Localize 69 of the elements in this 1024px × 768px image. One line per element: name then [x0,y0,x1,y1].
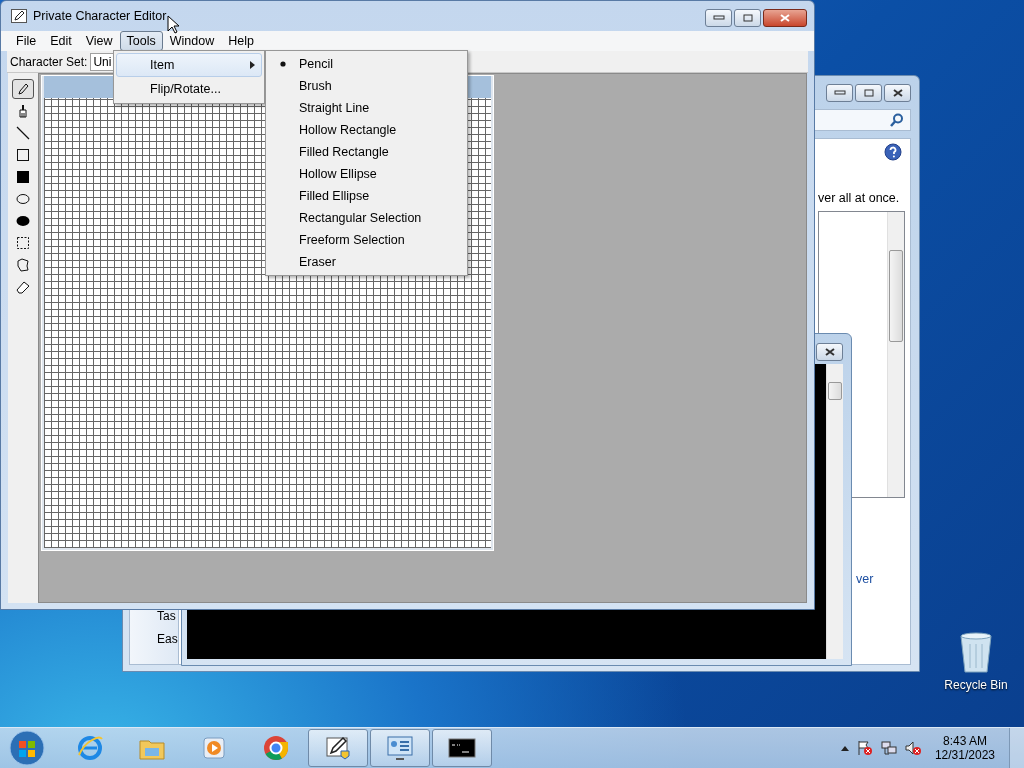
close-button[interactable] [763,9,807,27]
menu-item[interactable]: Help [221,31,261,51]
scrollbar[interactable] [826,364,843,659]
recycle-bin-icon[interactable] [958,630,994,674]
menu-item[interactable]: Filled Ellipse [266,185,467,207]
minimize-button[interactable] [705,9,732,27]
menu-item[interactable]: Brush [266,75,467,97]
close-button[interactable] [816,343,843,361]
description-text: ver all at once. [818,191,900,205]
network-icon[interactable] [880,740,897,756]
maximize-button[interactable] [855,84,882,102]
hollow-rect-icon [16,148,30,162]
menu-item[interactable]: Hollow Ellipse [266,163,467,185]
filled-ellipse-icon [16,214,30,228]
browser-e-icon [75,733,105,763]
close-icon [780,14,790,22]
flag-icon[interactable] [856,740,873,756]
menu-item[interactable]: Freeform Selection [266,229,467,251]
window-title: Private Character Editor [33,9,167,23]
search-icon [890,113,904,127]
line-icon [16,126,30,140]
maximize-icon [863,89,874,97]
character-set-label: Character Set: [9,54,88,69]
menu-item[interactable]: Flip/Rotate... [116,77,262,101]
minimize-icon [833,90,846,96]
eraser-icon [16,280,30,294]
minimize-icon [712,15,725,21]
scrollbar[interactable] [887,212,904,497]
menu-item[interactable]: File [9,31,44,51]
link[interactable]: ver [856,572,874,586]
brush-icon [16,104,30,118]
side-link[interactable]: Tas [157,609,176,623]
pencil-icon [16,82,30,96]
menu-item[interactable]: Item [116,53,262,77]
menu-item[interactable]: Edit [43,31,79,51]
menu-item[interactable]: Filled Rectangle [266,141,467,163]
filled-rect-icon [16,170,30,184]
close-icon [824,348,835,356]
minimize-button[interactable] [826,84,853,102]
clock-time: 8:43 AM [942,734,987,748]
icon-label[interactable]: Recycle Bin [944,678,1008,692]
menu-item[interactable]: Eraser [266,251,467,273]
menu-item[interactable]: Window [162,31,222,51]
menu-item[interactable]: Hollow Rectangle [266,119,467,141]
side-link[interactable]: Eas [157,632,178,646]
pencil-icon [11,9,27,23]
maximize-button[interactable] [734,9,761,27]
close-button[interactable] [884,84,911,102]
taskbar-button[interactable] [432,729,492,767]
show-hidden-icons-arrow-icon[interactable] [840,745,849,751]
menu-item[interactable]: Pencil [266,53,467,75]
rect-select-icon [16,236,30,250]
close-icon [892,89,903,97]
menu-item[interactable]: Rectangular Selection [266,207,467,229]
monitor-icon [385,733,415,763]
clock[interactable]: 8:43 AM 12/31/2023 [928,734,1001,762]
freeform-select-icon [16,258,30,272]
start-button[interactable] [8,729,46,767]
menu-item[interactable]: Tools [119,31,163,51]
help-icon[interactable] [884,143,902,161]
menu-item[interactable]: View [78,31,120,51]
menu-item[interactable]: Straight Line [266,97,467,119]
clock-date: 12/31/2023 [934,748,995,762]
maximize-icon [742,14,753,22]
chrome-icon [261,733,291,763]
hollow-ellipse-icon [16,192,30,206]
muted-speaker-icon[interactable] [904,740,921,756]
pencil-tool-button[interactable] [12,79,34,99]
search-field[interactable] [813,109,911,131]
